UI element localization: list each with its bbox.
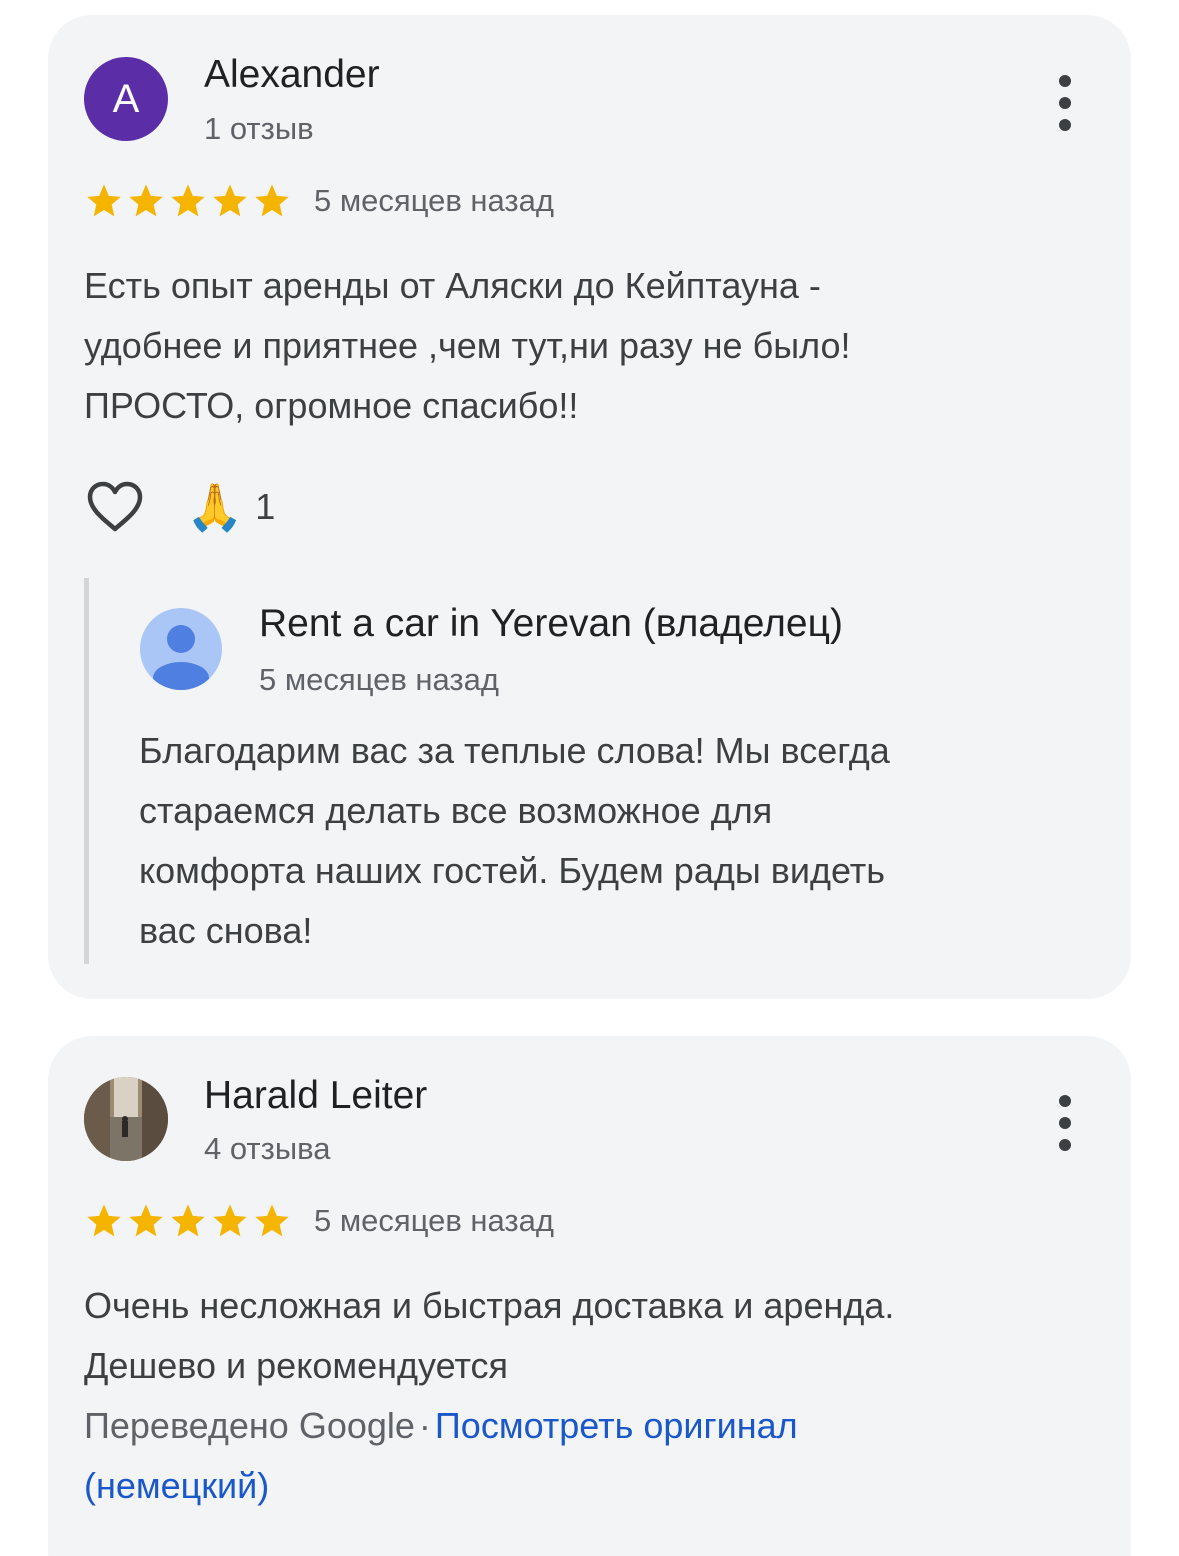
owner-reply-text: Благодарим вас за теплые слова! Мы всегд… xyxy=(139,721,890,961)
star-icon xyxy=(213,1204,247,1237)
avatar[interactable] xyxy=(84,1077,168,1161)
review-text-line: ПРОСТО, огромное спасибо!! xyxy=(84,385,579,426)
review-text-line: удобнее и приятнее ,чем тут,ни разу не б… xyxy=(84,325,851,366)
star-rating xyxy=(84,1201,292,1241)
reviews-page: A Alexander 1 отзыв 5 месяцев назад Есть… xyxy=(0,0,1179,1556)
reply-text-line: Благодарим вас за теплые слова! Мы всегд… xyxy=(139,730,890,771)
star-icon xyxy=(171,184,205,217)
review-card: A Alexander 1 отзыв 5 месяцев назад Есть… xyxy=(48,15,1131,999)
reply-text-line: комфорта наших гостей. Будем рады видеть xyxy=(139,850,886,891)
separator: · xyxy=(418,1405,431,1446)
translation-note: Переведено Google · Посмотреть оригинал (н… xyxy=(84,1396,1084,1516)
star-icon xyxy=(255,184,289,217)
owner-reply-date: 5 месяцев назад xyxy=(259,662,499,697)
star-icon xyxy=(171,1204,205,1237)
review-date: 5 месяцев назад xyxy=(314,1203,554,1238)
review-text: Есть опыт аренды от Аляски до Кейптауна … xyxy=(84,256,1084,436)
author-name[interactable]: Alexander xyxy=(204,53,380,97)
review-text-line: Очень несложная и быстрая доставка и аре… xyxy=(84,1285,895,1326)
translated-label: Переведено Google xyxy=(84,1405,415,1446)
review-text: Очень несложная и быстрая доставка и аре… xyxy=(84,1276,1084,1396)
reactions-row: 🙏 1 xyxy=(84,477,275,537)
star-icon xyxy=(87,184,121,217)
star-icon xyxy=(255,1204,289,1237)
review-text-line: Дешево и рекомендуется xyxy=(84,1345,509,1386)
reply-text-line: вас снова! xyxy=(139,910,313,951)
more-options-icon[interactable] xyxy=(1053,75,1077,131)
star-icon xyxy=(87,1204,121,1237)
view-original-language-link[interactable]: (немецкий) xyxy=(84,1465,269,1506)
author-review-count[interactable]: 4 отзыва xyxy=(204,1131,330,1167)
heart-icon[interactable] xyxy=(84,479,146,535)
review-text-line: Есть опыт аренды от Аляски до Кейптауна … xyxy=(84,265,821,306)
pray-reaction-icon[interactable]: 🙏 xyxy=(186,484,243,530)
reply-text-line: стараемся делать все возможное для xyxy=(139,790,773,831)
rating-row: 5 месяцев назад xyxy=(84,181,554,221)
author-name[interactable]: Harald Leiter xyxy=(204,1074,427,1118)
star-rating xyxy=(84,181,292,221)
avatar-photo xyxy=(84,1077,168,1161)
avatar[interactable]: A xyxy=(84,57,168,141)
reaction-count: 1 xyxy=(255,486,276,527)
review-date: 5 месяцев назад xyxy=(314,183,554,218)
avatar-letter: A xyxy=(112,76,140,121)
more-options-icon[interactable] xyxy=(1053,1095,1077,1151)
review-card: Harald Leiter 4 отзыва 5 месяцев назад О… xyxy=(48,1036,1131,1556)
owner-avatar xyxy=(140,608,222,690)
person-icon xyxy=(153,625,209,690)
star-icon xyxy=(129,1204,163,1237)
owner-reply: Rent a car in Yerevan (владелец) 5 месяц… xyxy=(84,578,1084,964)
rating-row: 5 месяцев назад xyxy=(84,1201,554,1241)
star-icon xyxy=(213,184,247,217)
author-review-count[interactable]: 1 отзыв xyxy=(204,111,314,147)
view-original-link[interactable]: Посмотреть оригинал xyxy=(435,1405,798,1446)
owner-name: Rent a car in Yerevan (владелец) xyxy=(259,602,843,645)
star-icon xyxy=(129,184,163,217)
